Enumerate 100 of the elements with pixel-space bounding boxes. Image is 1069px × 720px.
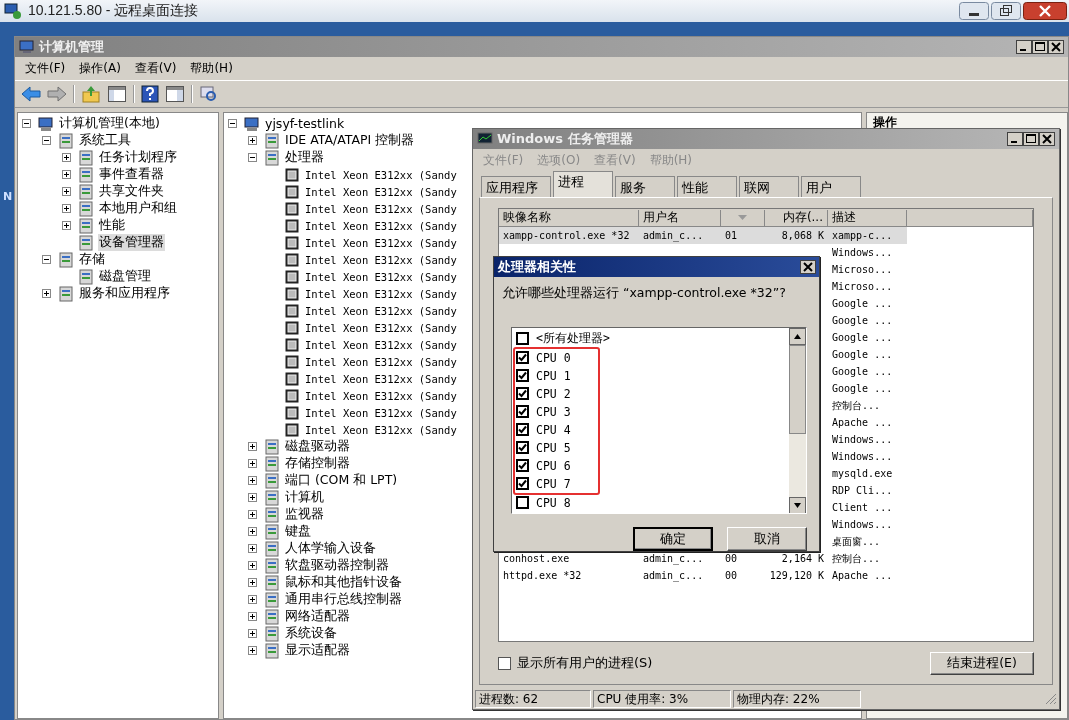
expand-toggle[interactable] — [248, 646, 257, 655]
tab[interactable]: 性能 — [677, 176, 737, 197]
tree-item[interactable]: 计算机 — [284, 489, 325, 506]
tree-item[interactable]: Intel Xeon E312xx (Sandy — [304, 253, 458, 266]
collapse-toggle[interactable] — [248, 153, 257, 162]
expand-toggle[interactable] — [248, 510, 257, 519]
column-header[interactable]: 描述 — [828, 209, 907, 227]
tree-item[interactable]: 系统工具 — [78, 132, 132, 149]
checked-checkbox[interactable] — [516, 387, 529, 401]
tree-item[interactable]: Intel Xeon E312xx (Sandy — [304, 372, 458, 385]
back-arrow-icon[interactable] — [21, 86, 41, 102]
tree-item[interactable]: Intel Xeon E312xx (Sandy — [304, 270, 458, 283]
menu-item[interactable]: 操作(A) — [79, 60, 121, 77]
tree-item[interactable]: Intel Xeon E312xx (Sandy — [304, 338, 458, 351]
tree-item[interactable]: 设备管理器 — [98, 234, 165, 251]
expand-toggle[interactable] — [248, 493, 257, 502]
tab[interactable]: 联网 — [739, 176, 799, 197]
tree-item[interactable]: 事件查看器 — [98, 166, 165, 183]
tree-item[interactable]: 存储控制器 — [284, 455, 351, 472]
column-header[interactable]: 映像名称 — [499, 209, 639, 227]
minimize-button[interactable] — [1007, 132, 1023, 146]
end-process-button[interactable]: 结束进程(E) — [930, 651, 1034, 675]
table-row[interactable]: httpd.exe *32 admin_c... 00 129,120 K Apache ... — [499, 567, 1033, 584]
close-button[interactable] — [1039, 132, 1055, 146]
checked-checkbox[interactable] — [516, 477, 529, 491]
checked-checkbox[interactable] — [516, 423, 529, 437]
checkbox[interactable] — [516, 332, 529, 346]
minimize-button[interactable] — [959, 2, 989, 20]
help-icon[interactable] — [141, 85, 159, 103]
expand-toggle[interactable] — [248, 612, 257, 621]
expand-toggle[interactable] — [248, 136, 257, 145]
tree-item[interactable]: 性能 — [98, 217, 126, 234]
tree-item[interactable]: Intel Xeon E312xx (Sandy — [304, 168, 458, 181]
expand-toggle[interactable] — [248, 442, 257, 451]
tree-item[interactable]: Intel Xeon E312xx (Sandy — [304, 236, 458, 249]
expand-toggle[interactable] — [62, 221, 71, 230]
checked-checkbox[interactable] — [516, 351, 529, 365]
checked-checkbox[interactable] — [516, 405, 529, 419]
expand-toggle[interactable] — [248, 476, 257, 485]
expand-toggle[interactable] — [62, 170, 71, 179]
tab[interactable]: 进程 — [553, 171, 613, 197]
tree-item[interactable]: 任务计划程序 — [98, 149, 178, 166]
selected-row[interactable]: xampp-control.exe *32 admin_c... 01 8,068 K xampp-c... — [499, 227, 1033, 244]
collapse-toggle[interactable] — [228, 119, 237, 128]
tab[interactable]: 服务 — [615, 176, 675, 197]
tree-item[interactable]: 鼠标和其他指针设备 — [284, 574, 403, 591]
tree-item[interactable]: Intel Xeon E312xx (Sandy — [304, 389, 458, 402]
expand-toggle[interactable] — [248, 578, 257, 587]
close-button[interactable] — [1048, 40, 1064, 54]
tab[interactable]: 用户 — [801, 176, 861, 197]
expand-toggle[interactable] — [248, 459, 257, 468]
tree-item[interactable]: Intel Xeon E312xx (Sandy — [304, 423, 458, 436]
tree-item[interactable]: 监视器 — [284, 506, 325, 523]
column-header[interactable]: 用户名 — [639, 209, 721, 227]
menu-item[interactable]: 文件(F) — [25, 60, 66, 77]
tree-item[interactable]: IDE ATA/ATAPI 控制器 — [284, 132, 416, 149]
tree-item[interactable]: 服务和应用程序 — [78, 285, 171, 302]
checkbox[interactable] — [516, 496, 529, 510]
expand-toggle[interactable] — [248, 561, 257, 570]
expand-toggle[interactable] — [62, 204, 71, 213]
tree-item[interactable]: Intel Xeon E312xx (Sandy — [304, 219, 458, 232]
magnifier-icon[interactable] — [199, 85, 219, 103]
tab[interactable]: 应用程序 — [481, 176, 551, 197]
tree-item[interactable]: 人体学输入设备 — [284, 540, 377, 557]
tree-item[interactable]: 计算机管理(本地) — [58, 115, 161, 132]
table-row[interactable]: conhost.exe admin_c... 00 2,164 K 控制台... — [499, 550, 1033, 567]
tree-item[interactable]: 软盘驱动器控制器 — [284, 557, 390, 574]
checked-checkbox[interactable] — [516, 441, 529, 455]
panel-icon[interactable] — [107, 85, 127, 103]
tree-item[interactable]: Intel Xeon E312xx (Sandy — [304, 406, 458, 419]
expand-toggle[interactable] — [248, 629, 257, 638]
tree-item[interactable]: 共享文件夹 — [98, 183, 165, 200]
tree-item[interactable]: 通用串行总线控制器 — [284, 591, 403, 608]
tree-item[interactable]: 存储 — [78, 251, 106, 268]
collapse-toggle[interactable] — [22, 119, 31, 128]
tree-item[interactable]: Intel Xeon E312xx (Sandy — [304, 304, 458, 317]
forward-arrow-icon[interactable] — [47, 86, 67, 102]
close-button[interactable] — [800, 260, 816, 274]
collapse-toggle[interactable] — [42, 255, 51, 264]
expand-toggle[interactable] — [62, 153, 71, 162]
tree-item[interactable]: 显示适配器 — [284, 642, 351, 659]
tree-item[interactable]: 端口 (COM 和 LPT) — [284, 472, 399, 489]
tree-item[interactable]: Intel Xeon E312xx (Sandy — [304, 287, 458, 300]
checked-checkbox[interactable] — [516, 369, 529, 383]
expand-toggle[interactable] — [248, 527, 257, 536]
tree-item[interactable]: Intel Xeon E312xx (Sandy — [304, 202, 458, 215]
expand-toggle[interactable] — [62, 187, 71, 196]
ok-button[interactable]: 确定 — [633, 527, 713, 551]
scrollbar[interactable] — [789, 327, 806, 513]
tree-item[interactable]: 键盘 — [284, 523, 312, 540]
tree-item[interactable]: 处理器 — [284, 149, 325, 166]
minimize-button[interactable] — [1016, 40, 1032, 54]
maximize-button[interactable] — [1032, 40, 1048, 54]
tree-item[interactable]: 网络适配器 — [284, 608, 351, 625]
menu-item[interactable]: 查看(V) — [134, 60, 177, 77]
maximize-button[interactable] — [1023, 132, 1039, 146]
tree-item[interactable]: 磁盘管理 — [98, 268, 152, 285]
tree-item[interactable]: Intel Xeon E312xx (Sandy — [304, 321, 458, 334]
column-header[interactable]: 内存(... — [765, 209, 828, 227]
close-button[interactable] — [1023, 2, 1067, 20]
